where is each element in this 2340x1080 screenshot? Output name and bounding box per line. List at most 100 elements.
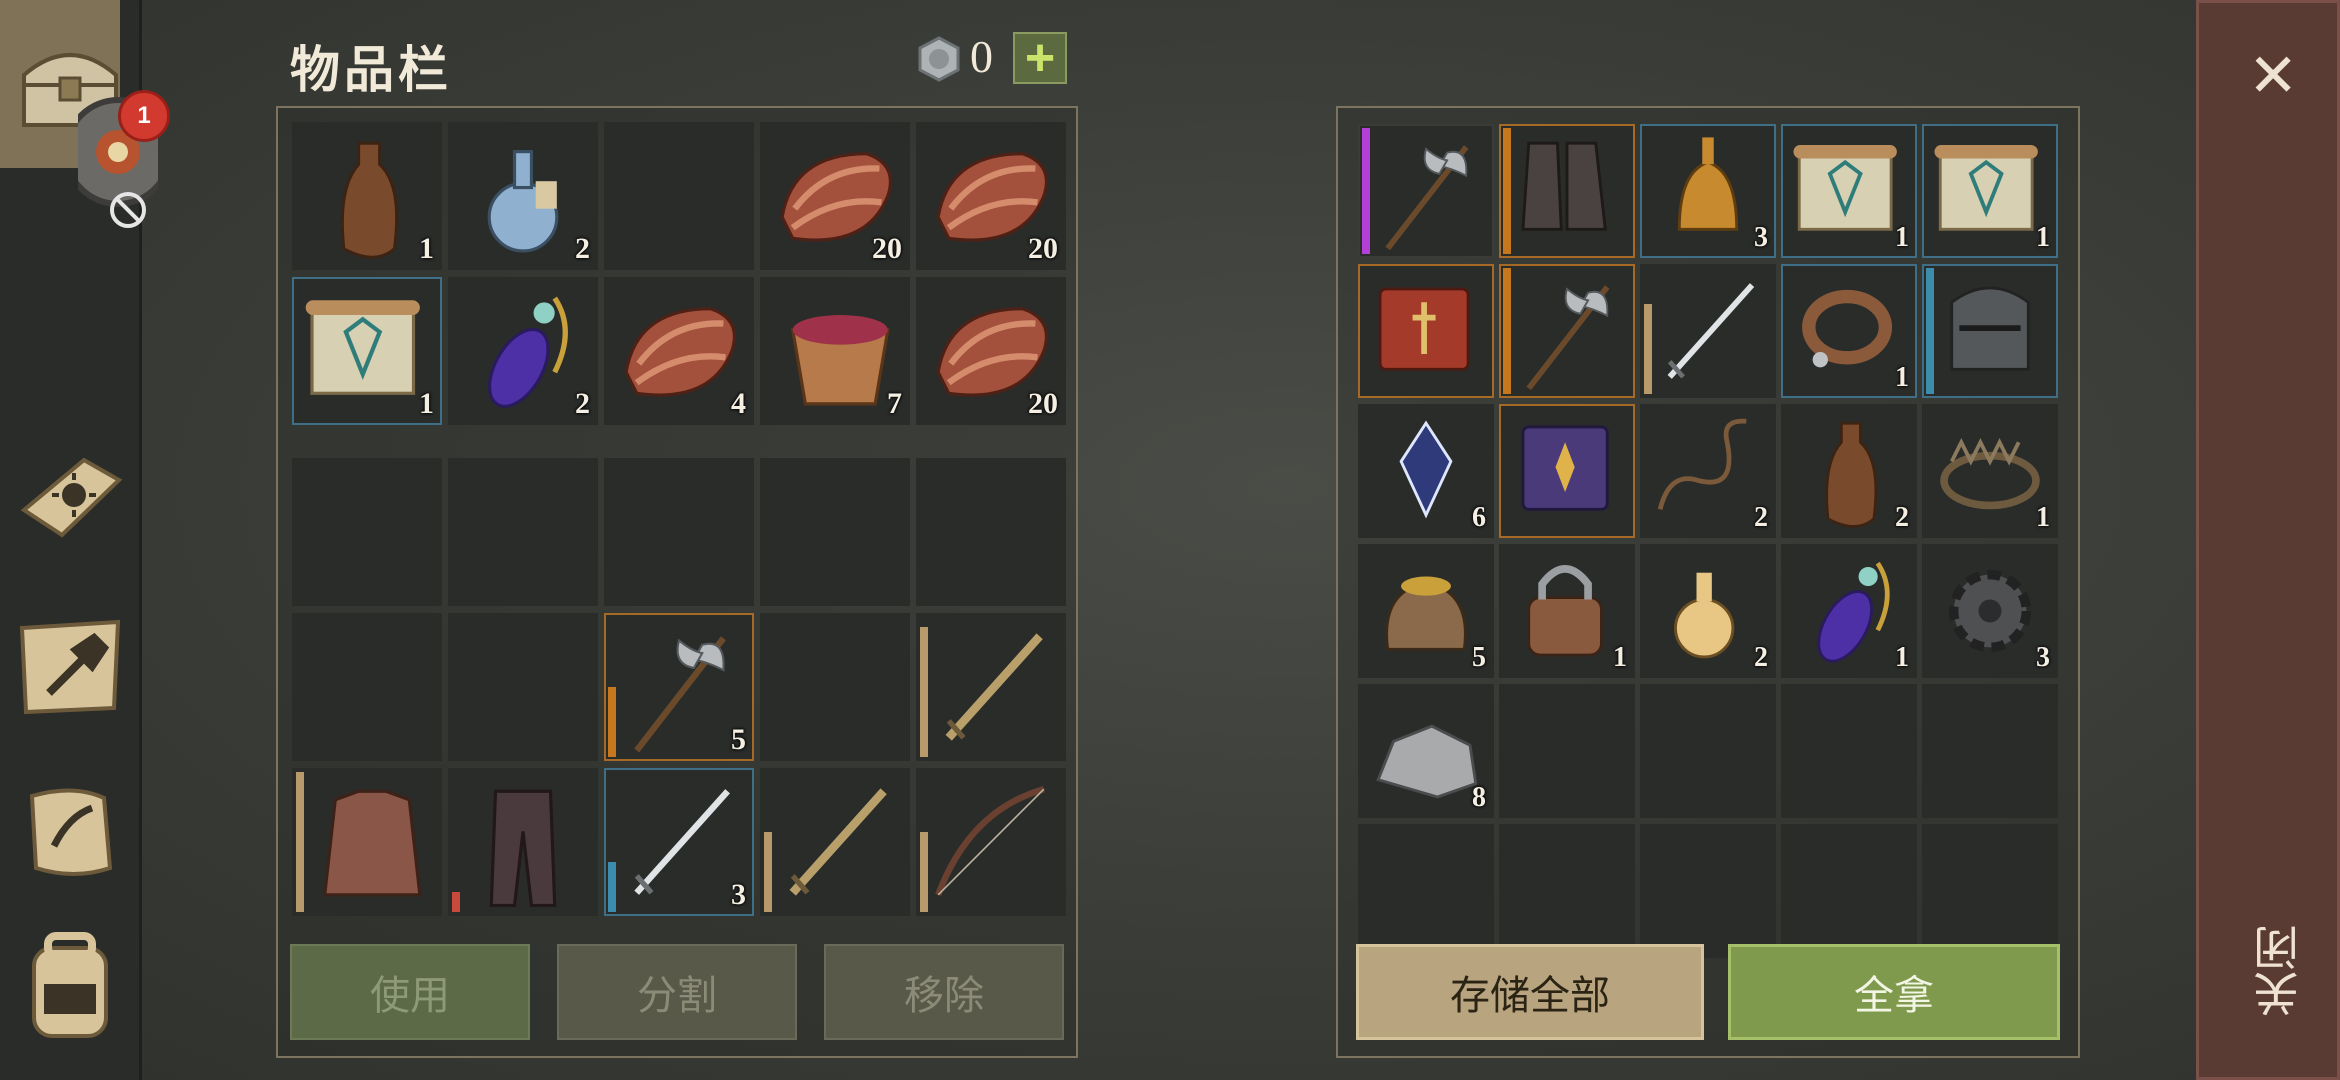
inventory-slot[interactable] — [916, 768, 1066, 916]
chest-slot[interactable]: 2 — [1640, 404, 1776, 538]
chest-slot[interactable]: 3 — [1640, 124, 1776, 258]
chest-slot[interactable]: 2 — [1640, 544, 1776, 678]
inventory-slot[interactable] — [292, 613, 442, 761]
inventory-slot[interactable]: 7 — [760, 277, 910, 425]
chest-slot[interactable] — [1358, 264, 1494, 398]
chest-slot[interactable] — [1922, 264, 2058, 398]
shirt-icon — [322, 789, 422, 897]
chest-slot[interactable]: 1 — [1781, 264, 1917, 398]
sun-book-icon[interactable] — [14, 440, 126, 552]
item-count: 3 — [1754, 222, 1768, 253]
quest-scroll-icon[interactable] — [14, 776, 126, 888]
chest-slot[interactable] — [1922, 824, 2058, 958]
chest-slot[interactable] — [1358, 124, 1494, 258]
item-count: 1 — [1895, 362, 1909, 393]
split-button[interactable]: 分割 — [557, 944, 797, 1040]
inventory-slot[interactable] — [292, 768, 442, 916]
chest-slot[interactable]: 2 — [1781, 404, 1917, 538]
book2-icon — [1521, 425, 1609, 511]
chest-slot[interactable] — [1358, 824, 1494, 958]
inventory-slot[interactable]: 3 — [604, 768, 754, 916]
durability-bar — [1926, 268, 1934, 394]
inventory-slot[interactable] — [604, 458, 754, 606]
book-icon — [1378, 287, 1470, 371]
chest-slot[interactable] — [1499, 264, 1635, 398]
blocked-icon — [110, 192, 146, 228]
inventory-title: 物品栏 — [290, 42, 452, 98]
item-count: 1 — [1895, 642, 1909, 673]
inventory-slot[interactable] — [760, 458, 910, 606]
inventory-slot[interactable] — [916, 613, 1066, 761]
chest-slot[interactable]: 1 — [1922, 404, 2058, 538]
close-icon[interactable]: ✕ — [2248, 46, 2298, 106]
inventory-slot[interactable]: 20 — [760, 122, 910, 270]
chest-slot[interactable] — [1499, 824, 1635, 958]
durability-bar — [764, 832, 772, 912]
inventory-slot[interactable] — [448, 458, 598, 606]
chest-slot[interactable] — [1781, 684, 1917, 818]
inventory-slot[interactable] — [292, 458, 442, 606]
bow-icon — [935, 786, 1045, 896]
chest-slot[interactable] — [1499, 124, 1635, 258]
chest-slot[interactable] — [1640, 684, 1776, 818]
backpack-icon[interactable] — [14, 928, 126, 1040]
durability-bar — [920, 832, 928, 912]
close-column[interactable] — [2196, 0, 2340, 1080]
chest-slot[interactable]: 1 — [1781, 124, 1917, 258]
chest-slot[interactable]: 5 — [1358, 544, 1494, 678]
chest-slot[interactable]: 6 — [1358, 404, 1494, 538]
item-count: 3 — [2036, 642, 2050, 673]
inventory-slot[interactable]: 4 — [604, 277, 754, 425]
inventory-slot[interactable]: 20 — [916, 122, 1066, 270]
crafting-hammer-icon[interactable] — [14, 608, 126, 720]
item-count: 2 — [575, 232, 590, 265]
inventory-slot[interactable]: 20 — [916, 277, 1066, 425]
pants-icon — [489, 789, 557, 908]
item-count: 2 — [1754, 502, 1768, 533]
inventory-slot[interactable]: 1 — [292, 277, 442, 425]
inventory-slot[interactable] — [760, 768, 910, 916]
currency-count: 0 — [970, 31, 993, 82]
item-count: 1 — [2036, 222, 2050, 253]
inventory-slot[interactable]: 1 — [292, 122, 442, 270]
chest-slot[interactable] — [1922, 684, 2058, 818]
item-count: 20 — [1028, 232, 1058, 265]
use-button[interactable]: 使用 — [290, 944, 530, 1040]
item-count: 1 — [2036, 502, 2050, 533]
durability-bar — [1362, 128, 1370, 254]
take-all-button[interactable]: 全拿 — [1728, 944, 2060, 1040]
axe-icon — [1385, 145, 1469, 251]
chest-slot[interactable] — [1499, 404, 1635, 538]
inventory-slot[interactable] — [604, 122, 754, 270]
inventory-slot[interactable]: 2 — [448, 277, 598, 425]
chest-slot[interactable] — [1640, 264, 1776, 398]
item-count: 1 — [419, 387, 434, 420]
durability-bar — [608, 862, 616, 912]
boots-icon — [1521, 141, 1607, 231]
item-count: 2 — [1754, 642, 1768, 673]
inventory-slot[interactable]: 5 — [604, 613, 754, 761]
item-count: 20 — [872, 232, 902, 265]
inventory-slot[interactable] — [448, 613, 598, 761]
item-count: 4 — [731, 387, 746, 420]
chest-slot[interactable]: 3 — [1922, 544, 2058, 678]
chest-slot[interactable]: 1 — [1499, 544, 1635, 678]
axe-icon — [1526, 285, 1610, 391]
inventory-slot[interactable] — [760, 613, 910, 761]
item-count: 7 — [887, 387, 902, 420]
remove-button[interactable]: 移除 — [824, 944, 1064, 1040]
inventory-slot[interactable] — [448, 768, 598, 916]
inventory-slot[interactable] — [916, 458, 1066, 606]
inventory-slot[interactable]: 2 — [448, 122, 598, 270]
currency-icon — [918, 36, 960, 82]
chest-slot[interactable] — [1781, 824, 1917, 958]
chest-slot[interactable]: 1 — [1781, 544, 1917, 678]
chest-slot[interactable]: 1 — [1922, 124, 2058, 258]
chest-slot[interactable] — [1640, 824, 1776, 958]
notification-badge: 1 — [118, 90, 170, 142]
close-label[interactable]: 关闭 — [2246, 925, 2306, 1017]
chest-slot[interactable]: 8 — [1358, 684, 1494, 818]
store-all-button[interactable]: 存储全部 — [1356, 944, 1704, 1040]
add-currency-button[interactable]: + — [1013, 32, 1067, 84]
chest-slot[interactable] — [1499, 684, 1635, 818]
